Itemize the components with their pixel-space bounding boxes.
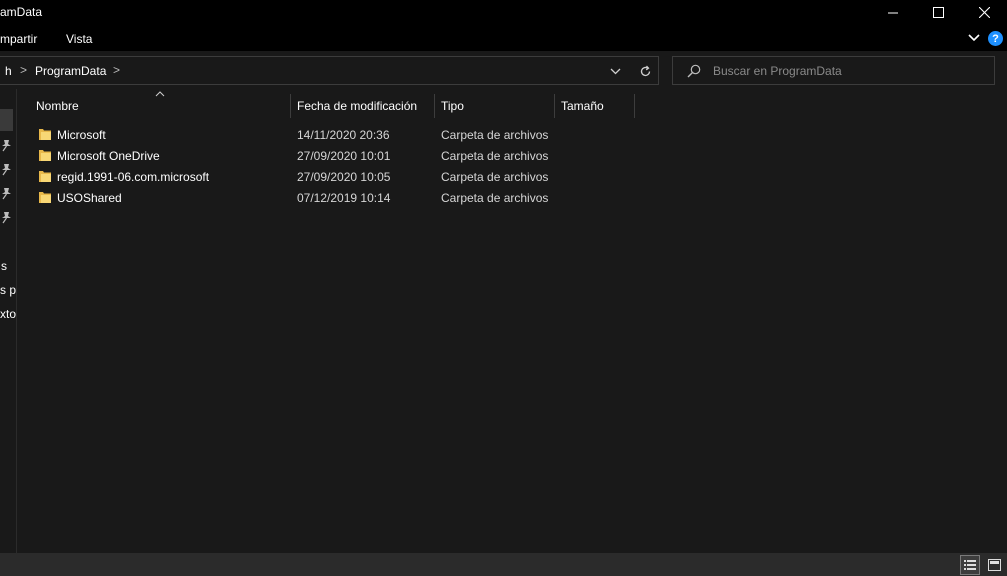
column-divider[interactable] [290, 94, 291, 118]
minimize-icon [888, 12, 898, 13]
file-modified: 27/09/2020 10:01 [297, 149, 391, 163]
details-view-button[interactable] [960, 555, 980, 575]
file-type: Carpeta de archivos [441, 128, 549, 142]
sort-ascending-icon [155, 91, 165, 97]
window-title: amData [0, 5, 43, 19]
breadcrumb-separator[interactable]: > [20, 63, 27, 77]
column-header-size[interactable]: Tamaño [561, 99, 604, 113]
file-modified: 07/12/2019 10:14 [297, 191, 391, 205]
ribbon-tabs [0, 25, 1007, 51]
maximize-icon [932, 7, 944, 18]
minimize-button[interactable] [870, 0, 916, 25]
large-icons-view-icon [987, 559, 1001, 571]
file-name[interactable]: regid.1991-06.com.microsoft [57, 170, 209, 184]
pin-icon [2, 164, 11, 176]
nav-item[interactable]: xto [0, 307, 16, 321]
search-placeholder: Buscar en ProgramData [713, 64, 842, 78]
nav-item[interactable]: s pa [0, 283, 16, 297]
column-divider[interactable] [434, 94, 435, 118]
pin-icon [2, 188, 11, 200]
breadcrumb-separator[interactable]: > [113, 63, 120, 77]
column-header-name[interactable]: Nombre [36, 99, 79, 113]
title-bar [0, 0, 1007, 25]
folder-icon [39, 192, 51, 203]
file-type: Carpeta de archivos [441, 170, 549, 184]
close-button[interactable] [961, 0, 1007, 25]
refresh-icon [640, 65, 650, 76]
file-name[interactable]: Microsoft [57, 128, 106, 142]
address-history-button[interactable] [606, 62, 624, 80]
maximize-button[interactable] [915, 0, 961, 25]
file-modified: 14/11/2020 20:36 [297, 128, 390, 142]
folder-icon [39, 129, 51, 140]
breadcrumb-programdata[interactable]: ProgramData [35, 64, 106, 78]
file-type: Carpeta de archivos [441, 191, 549, 205]
refresh-button[interactable] [636, 62, 654, 80]
file-type: Carpeta de archivos [441, 149, 549, 163]
navigation-pane [0, 89, 17, 553]
details-view-icon [964, 560, 976, 570]
file-modified: 27/09/2020 10:05 [297, 170, 391, 184]
status-bar [0, 553, 1007, 576]
close-icon [978, 7, 990, 18]
large-icons-view-button[interactable] [984, 555, 1004, 575]
folder-icon [39, 171, 51, 182]
search-icon [687, 64, 701, 78]
chevron-down-icon [968, 34, 980, 42]
column-divider[interactable] [554, 94, 555, 118]
file-name[interactable]: Microsoft OneDrive [57, 149, 160, 163]
breadcrumb-item[interactable]: h [5, 64, 12, 78]
folder-icon [39, 150, 51, 161]
column-header-modified[interactable]: Fecha de modificación [297, 99, 417, 113]
column-header-type[interactable]: Tipo [441, 99, 464, 113]
pin-icon [2, 140, 11, 152]
tab-compartir[interactable]: mpartir [0, 32, 37, 46]
pin-icon [2, 212, 11, 224]
ribbon-expand-button[interactable] [966, 30, 982, 46]
nav-selected-item[interactable] [0, 109, 13, 131]
nav-item[interactable]: s [0, 259, 7, 273]
column-divider[interactable] [634, 94, 635, 118]
help-button[interactable]: ? [988, 31, 1003, 46]
tab-vista[interactable]: Vista [66, 32, 92, 46]
chevron-down-icon [610, 68, 620, 74]
file-name[interactable]: USOShared [57, 191, 122, 205]
